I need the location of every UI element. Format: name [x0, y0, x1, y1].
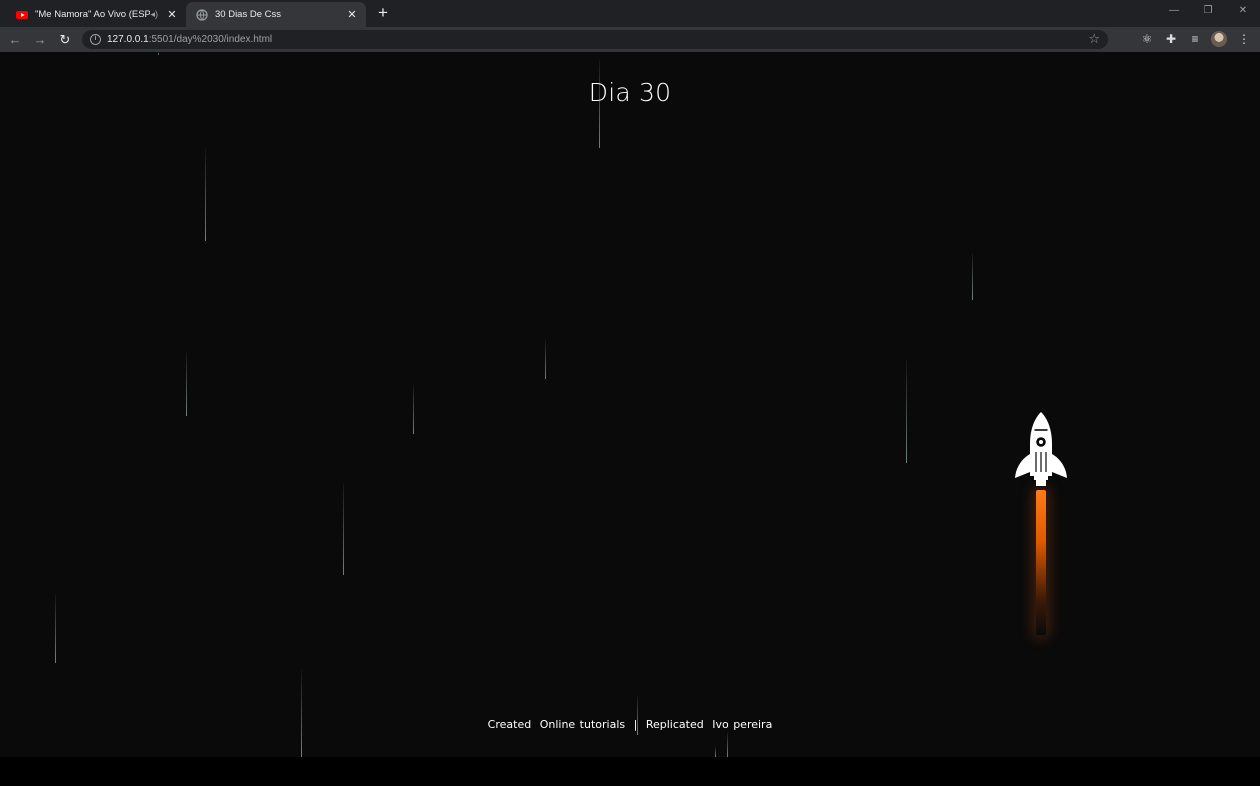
star-streak [906, 360, 907, 463]
profile-avatar[interactable] [1211, 31, 1227, 47]
star-streak [55, 594, 56, 663]
star-streak [343, 483, 344, 575]
bottom-edge [0, 757, 1260, 786]
page-viewport: Dia 30 Created Online tutorials | Replic… [0, 52, 1260, 757]
star-streak [599, 60, 600, 148]
page-title: Dia 30 [588, 78, 672, 107]
star-streak [715, 747, 716, 757]
footer-replicated-label: Replicated [645, 718, 704, 731]
star-streak [972, 253, 973, 300]
star-streak [727, 732, 728, 757]
star-streak [158, 52, 159, 55]
page-footer: Created Online tutorials | Replicated Iv… [0, 718, 1260, 731]
tab-title: 30 Dias De Css [215, 9, 281, 20]
new-tab-button[interactable]: + [374, 3, 392, 23]
browser-tab-strip: "Me Namora" Ao Vivo (ESPE ◂) ✕ 30 Dias D… [0, 0, 1260, 27]
extensions-puzzle-icon[interactable]: ✚ [1163, 31, 1179, 48]
back-arrow-icon[interactable]: ← [6, 31, 24, 48]
rocket-flame [1036, 490, 1046, 635]
menu-kebab-icon[interactable]: ⋮ [1236, 31, 1252, 48]
star-streak [205, 148, 206, 241]
url-path: :5501/day%2030/index.html [148, 34, 273, 45]
forward-arrow-icon[interactable]: → [31, 31, 49, 48]
youtube-icon [16, 10, 28, 19]
footer-created-label: Created [487, 718, 532, 731]
window-close-icon[interactable]: ✕ [1226, 3, 1260, 19]
speaker-icon[interactable]: ◂) [150, 9, 158, 20]
address-bar[interactable]: i 127.0.0.1:5501/day%2030/index.html ☆ [82, 30, 1108, 49]
browser-toolbar: ← → ↻ i 127.0.0.1:5501/day%2030/index.ht… [0, 27, 1260, 52]
minimize-icon[interactable]: — [1157, 3, 1191, 19]
tab-title: "Me Namora" Ao Vivo (ESPE [35, 9, 151, 20]
restore-icon[interactable]: ❐ [1191, 3, 1225, 19]
bookmark-star-icon[interactable]: ☆ [1088, 31, 1100, 47]
star-streak [301, 670, 302, 757]
star-streak [545, 340, 546, 379]
footer-author-link[interactable]: Online tutorials [540, 718, 625, 731]
site-info-icon[interactable]: i [90, 34, 101, 45]
tab-30-dias[interactable]: 30 Dias De Css ✕ [186, 2, 366, 27]
tab-youtube[interactable]: "Me Namora" Ao Vivo (ESPE ◂) ✕ [6, 2, 186, 27]
close-tab-icon[interactable]: ✕ [346, 8, 358, 21]
rocket-icon [1015, 412, 1067, 486]
star-streak [186, 352, 187, 416]
reading-list-icon[interactable]: ≡ [1187, 31, 1203, 48]
close-tab-icon[interactable]: ✕ [166, 8, 178, 21]
url-host: 127.0.0.1 [107, 34, 149, 45]
reload-icon[interactable]: ↻ [56, 31, 74, 48]
globe-icon [196, 8, 208, 21]
react-devtools-icon[interactable]: ⚛ [1139, 31, 1155, 48]
star-streak [413, 385, 414, 434]
footer-separator: | [633, 718, 638, 731]
footer-replicator-link[interactable]: Ivo pereira [712, 718, 772, 731]
